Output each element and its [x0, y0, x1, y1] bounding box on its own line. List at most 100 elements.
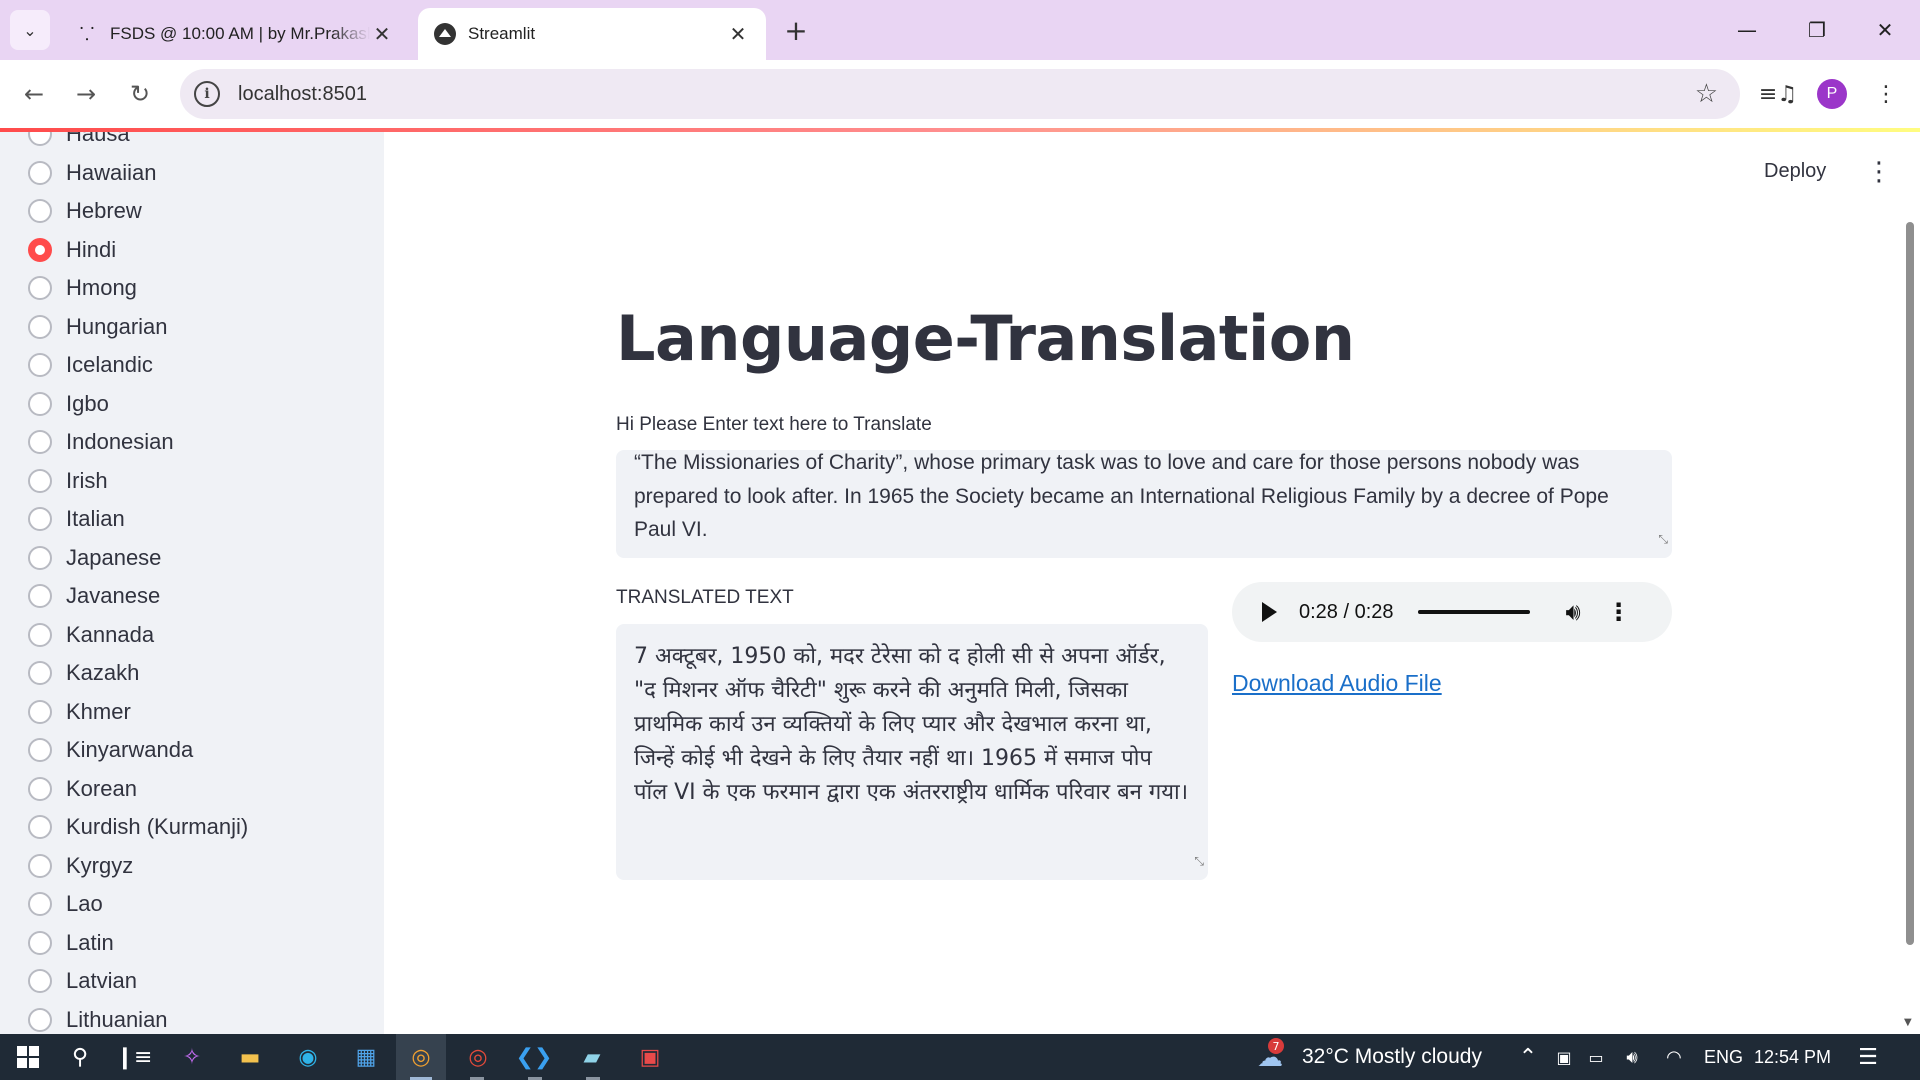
browser-menu-icon[interactable]: ⋮ — [1866, 74, 1906, 114]
speaker-icon[interactable]: 🔊︎ — [1616, 1041, 1648, 1073]
vscode-icon[interactable]: ❮❯ — [516, 1041, 553, 1073]
file-explorer-icon[interactable]: ▬ — [234, 1041, 266, 1073]
radio-button[interactable] — [28, 815, 52, 840]
radio-button[interactable] — [28, 314, 52, 339]
radio-button[interactable] — [28, 853, 52, 878]
radio-button[interactable] — [28, 276, 52, 301]
radio-button[interactable] — [28, 892, 52, 917]
task-view-icon[interactable]: ❙≡ — [116, 1041, 153, 1073]
radio-button[interactable] — [28, 199, 52, 224]
language-radio-option[interactable]: Italian — [28, 500, 248, 539]
language-radio-option[interactable]: Lao — [28, 885, 248, 924]
language-radio-option[interactable]: Latin — [28, 924, 248, 963]
language-radio-option[interactable]: Kazakh — [28, 654, 248, 693]
scroll-down-arrow-icon[interactable]: ▼ — [1904, 1017, 1912, 1028]
scrollbar[interactable] — [1906, 222, 1914, 945]
play-icon[interactable] — [1262, 602, 1277, 622]
source-text-area[interactable]: “The Missionaries of Charity”, whose pri… — [616, 450, 1672, 558]
language-radio-option[interactable]: Javanese — [28, 577, 248, 616]
radio-button[interactable] — [28, 132, 52, 147]
language-radio-option[interactable]: Kurdish (Kurmanji) — [28, 808, 248, 847]
close-window-button[interactable]: ✕ — [1862, 10, 1908, 50]
translated-text-area[interactable]: 7 अक्टूबर, 1950 को, मदर टेरेसा को द होली… — [616, 624, 1208, 880]
close-icon[interactable]: ✕ — [370, 22, 394, 46]
audio-menu-icon[interactable]: ⋮ — [1607, 598, 1631, 626]
main-menu-icon[interactable]: ⋮ — [1864, 154, 1894, 190]
chrome-icon[interactable]: ◎ — [462, 1041, 494, 1073]
address-bar[interactable]: i localhost:8501 ☆ — [180, 69, 1740, 119]
wifi-icon[interactable]: ◠ — [1658, 1041, 1690, 1073]
radio-button[interactable] — [28, 430, 52, 455]
store-icon[interactable]: ▦ — [350, 1041, 382, 1073]
language-radio-option[interactable]: Korean — [28, 770, 248, 809]
browser-tab-fsds[interactable]: ⸪ FSDS @ 10:00 AM | by Mr.Prakash Senapa… — [60, 8, 410, 60]
radio-button[interactable] — [28, 930, 52, 955]
copilot-icon[interactable]: ✧ — [176, 1041, 208, 1073]
chevron-up-icon[interactable]: ⌃ — [1512, 1041, 1544, 1073]
radio-button[interactable] — [28, 353, 52, 378]
back-button[interactable]: ← — [14, 74, 54, 114]
download-audio-link[interactable]: Download Audio File — [1232, 670, 1442, 697]
windows-start-icon[interactable] — [12, 1041, 44, 1073]
forward-button[interactable]: → — [66, 74, 106, 114]
language-radio-option[interactable]: Lithuanian — [28, 1001, 248, 1035]
radio-button[interactable] — [28, 584, 52, 609]
clock[interactable]: 12:54 PM — [1754, 1047, 1831, 1068]
language-radio-option[interactable]: Irish — [28, 462, 248, 501]
radio-button[interactable] — [28, 622, 52, 647]
radio-button[interactable] — [28, 468, 52, 493]
edge-icon[interactable]: ◉ — [292, 1041, 324, 1073]
audio-progress-bar[interactable] — [1417, 610, 1530, 614]
bookmark-star-icon[interactable]: ☆ — [1695, 79, 1718, 109]
url-text[interactable]: localhost:8501 — [238, 83, 367, 106]
language-radio-option[interactable]: Japanese — [28, 539, 248, 578]
browser-tab-streamlit[interactable]: Streamlit ✕ — [418, 8, 766, 60]
language-radio-option[interactable]: Icelandic — [28, 346, 248, 385]
language-radio-option[interactable]: Kinyarwanda — [28, 731, 248, 770]
language-radio-option[interactable]: Hawaiian — [28, 154, 248, 193]
camera-icon[interactable]: ▣ — [1548, 1041, 1580, 1073]
radio-button[interactable] — [28, 776, 52, 801]
language-radio-option[interactable]: Hebrew — [28, 192, 248, 231]
radio-button[interactable] — [28, 237, 52, 262]
resize-handle-icon[interactable]: ⤡ — [1194, 844, 1204, 878]
profile-button[interactable]: P — [1812, 74, 1852, 114]
language-radio-option[interactable]: Latvian — [28, 962, 248, 1001]
language-radio-option[interactable]: Kyrgyz — [28, 847, 248, 886]
radio-button[interactable] — [28, 738, 52, 763]
language-radio-option[interactable]: Hmong — [28, 269, 248, 308]
weather-text[interactable]: 32°C Mostly cloudy — [1302, 1045, 1482, 1069]
radio-button[interactable] — [28, 969, 52, 994]
radio-button[interactable] — [28, 391, 52, 416]
deploy-button[interactable]: Deploy — [1764, 160, 1826, 183]
notification-icon[interactable]: ☰ — [1852, 1041, 1884, 1073]
translated-text[interactable]: 7 अक्टूबर, 1950 को, मदर टेरेसा को द होली… — [634, 640, 1190, 810]
radio-button[interactable] — [28, 699, 52, 724]
language-radio-option[interactable]: Hindi — [28, 231, 248, 270]
language-radio-option[interactable]: Igbo — [28, 385, 248, 424]
battery-icon[interactable]: ▭ — [1580, 1041, 1612, 1073]
source-text[interactable]: “The Missionaries of Charity”, whose pri… — [634, 450, 1654, 547]
restore-button[interactable]: ❐ — [1794, 10, 1840, 50]
radio-button[interactable] — [28, 545, 52, 570]
radio-button[interactable] — [28, 160, 52, 185]
info-icon[interactable]: i — [194, 81, 220, 107]
input-language[interactable]: ENG — [1704, 1047, 1743, 1068]
language-radio-option[interactable]: Kannada — [28, 616, 248, 655]
radio-button[interactable] — [28, 661, 52, 686]
volume-icon[interactable]: 🔊︎ — [1566, 598, 1581, 626]
minimize-button[interactable]: — — [1724, 10, 1770, 50]
language-radio-option[interactable]: Khmer — [28, 693, 248, 732]
reload-button[interactable]: ↻ — [120, 74, 160, 114]
radio-button[interactable] — [28, 1007, 52, 1032]
tab-search-button[interactable]: ⌄ — [10, 10, 50, 50]
search-icon[interactable]: ⚲ — [64, 1041, 96, 1073]
chrome-icon[interactable]: ◎ — [405, 1041, 437, 1073]
media-control-icon[interactable]: ≡♫ — [1758, 74, 1798, 114]
audio-player[interactable]: 0:28 / 0:28 🔊︎ ⋮ — [1232, 582, 1672, 642]
resize-handle-icon[interactable]: ⤡ — [1658, 523, 1668, 557]
app-icon[interactable]: ▣ — [634, 1041, 666, 1073]
close-icon[interactable]: ✕ — [726, 22, 750, 46]
radio-button[interactable] — [28, 507, 52, 532]
notepad-icon[interactable]: ▰ — [576, 1041, 608, 1073]
